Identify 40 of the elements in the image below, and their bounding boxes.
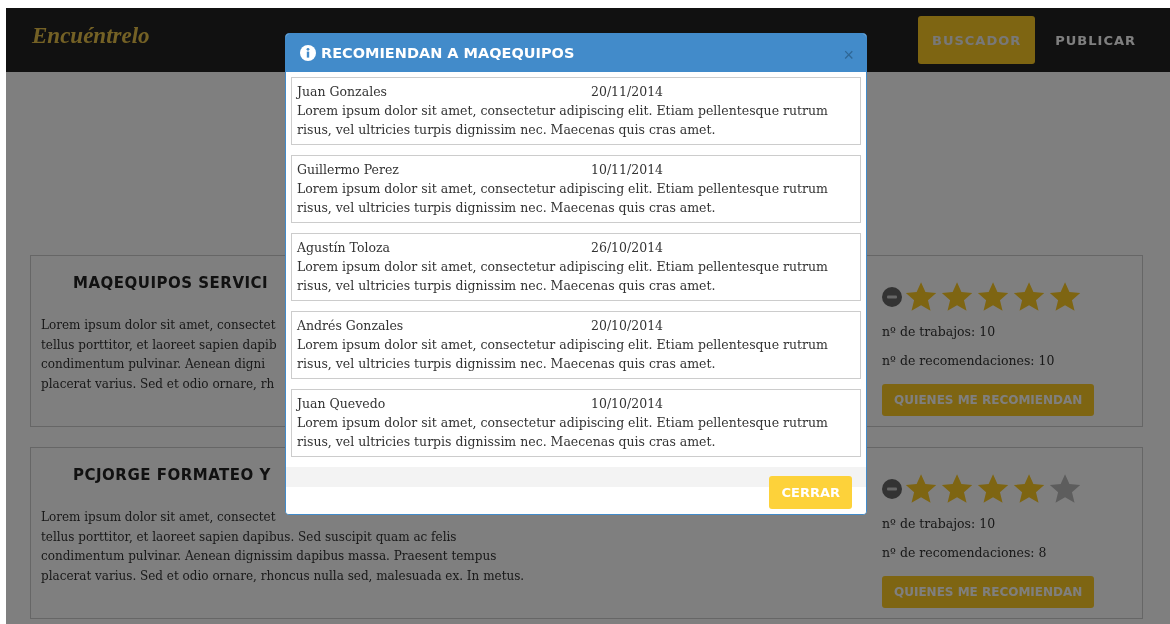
recommender-name: Guillermo Perez [297, 161, 400, 179]
logo[interactable]: Encuéntrelo [32, 23, 150, 49]
recommendation-date: 20/11/2014 [591, 83, 664, 101]
recommenders-button[interactable]: QUIENES ME RECOMIENDAN [882, 576, 1095, 608]
description-line: Lorem ipsum dolor sit amet, consectet [41, 317, 276, 334]
recommendation-text: Lorem ipsum dolor sit amet, consectetur adipiscing elit. Etiam pellentesque rutrum risus, vel ultricies turpis dignissim nec. Maecenas quis cras amet. [297, 414, 829, 451]
recommender-name: Agustín Toloza [297, 239, 391, 257]
stat-text: nº de recomendaciones: 8 [882, 545, 1048, 560]
recommender-name: Juan Quevedo [297, 395, 387, 413]
minus-circle-icon[interactable] [882, 287, 902, 307]
recommendation-text: Lorem ipsum dolor sit amet, consectetur adipiscing elit. Etiam pellentesque rutrum risus, vel ultricies turpis dignissim nec. Maecenas quis cras amet. [297, 336, 829, 373]
recommendation-date: 10/10/2014 [591, 395, 664, 413]
stat-text: nº de trabajos: 10 [882, 516, 997, 531]
recommender-name: Andrés Gonzales [297, 317, 405, 335]
recommendation-date: 26/10/2014 [591, 239, 664, 257]
description-line: Lorem ipsum dolor sit amet, consectet [41, 509, 276, 526]
recommendation-date: 10/11/2014 [591, 161, 664, 179]
description-line: tellus porttitor, et laoreet sapien dapibus. Sed suscipit quam ac felis [41, 528, 457, 546]
recommender-name: Juan Gonzales [297, 83, 388, 101]
recommendation-text: Lorem ipsum dolor sit amet, consectetur adipiscing elit. Etiam pellentesque rutrum risus, vel ultricies turpis dignissim nec. Maecenas quis cras amet. [297, 102, 829, 139]
description-line: condimentum pulvinar. Aenean digni [41, 356, 265, 373]
stat-text: nº de trabajos: 10 [882, 324, 997, 339]
modal-title: RECOMIENDAN A MAQEQUIPOS [321, 45, 575, 61]
recommendation-text: Lorem ipsum dolor sit amet, consectetur adipiscing elit. Etiam pellentesque rutrum risus, vel ultricies turpis dignissim nec. Maecenas quis cras amet. [297, 258, 829, 295]
description-line: placerat varius. Sed et odio ornare, rh [41, 375, 275, 393]
close-button[interactable]: × [843, 44, 854, 66]
close-modal-button[interactable]: CERRAR [769, 476, 852, 509]
info-icon [300, 45, 316, 61]
nav-link[interactable]: BUSCADOR [917, 16, 1036, 64]
listing-title: PCJORGE FORMATEO Y [73, 466, 271, 484]
listing-title: MAQEQUIPOS SERVICI [73, 274, 269, 292]
description-line: condimentum pulvinar. Aenean dignissim dapibus massa. Praesent tempus [41, 548, 497, 565]
minus-circle-icon[interactable] [882, 479, 902, 499]
description-line: placerat varius. Sed et odio ornare, rhoncus nulla sed, malesuada ex. In metus. [41, 567, 525, 585]
recommendation-text: Lorem ipsum dolor sit amet, consectetur adipiscing elit. Etiam pellentesque rutrum risus, vel ultricies turpis dignissim nec. Maecenas quis cras amet. [297, 180, 829, 217]
description-line: tellus porttitor, et laoreet sapien dapib [41, 336, 277, 354]
recommendation-date: 20/10/2014 [591, 317, 664, 335]
recommenders-button[interactable]: QUIENES ME RECOMIENDAN [882, 384, 1095, 416]
nav-link[interactable]: PUBLICAR [1041, 16, 1150, 64]
stat-text: nº de recomendaciones: 10 [882, 353, 1056, 368]
